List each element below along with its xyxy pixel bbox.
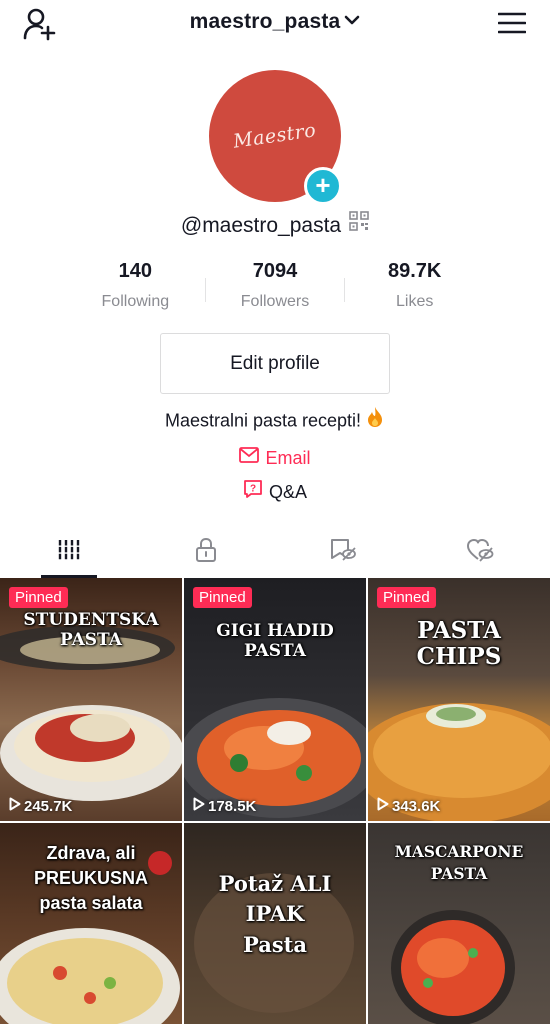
top-bar: maestro_pasta bbox=[0, 0, 550, 48]
fire-icon bbox=[365, 406, 385, 433]
view-count: 245.7K bbox=[9, 797, 73, 815]
mail-icon bbox=[239, 447, 260, 468]
private-lock-icon bbox=[194, 537, 218, 568]
video-thumbnail[interactable]: Potaž ALI IPAK Pasta bbox=[184, 823, 366, 1024]
qr-code-icon[interactable] bbox=[349, 211, 369, 237]
play-icon bbox=[193, 797, 205, 815]
qa-link[interactable]: ? Q&A bbox=[0, 479, 550, 504]
view-count-value: 178.5K bbox=[208, 798, 257, 815]
svg-text:?: ? bbox=[250, 484, 256, 495]
email-label: Email bbox=[265, 448, 311, 468]
stat-followers[interactable]: 7094 Followers bbox=[206, 258, 345, 318]
profile-stats: 140 Following 7094 Followers 89.7K Likes bbox=[66, 258, 484, 318]
question-bubble-icon: ? bbox=[243, 479, 263, 504]
pasta-thumbnail-image bbox=[368, 703, 550, 821]
profile-handle-row: @maestro_pasta bbox=[0, 211, 550, 238]
video-thumbnail[interactable]: Pinned PASTA CHIPS 343.6K bbox=[368, 578, 550, 821]
account-switcher[interactable]: maestro_pasta bbox=[0, 10, 550, 34]
email-link[interactable]: Email bbox=[0, 447, 550, 469]
play-icon bbox=[9, 797, 21, 815]
video-title: STUDENTSKA PASTA bbox=[23, 610, 159, 650]
stat-label: Followers bbox=[240, 293, 310, 310]
pinned-badge: Pinned bbox=[377, 587, 436, 608]
tab-videos[interactable] bbox=[0, 526, 137, 578]
stat-label: Following bbox=[101, 293, 170, 310]
video-title: MASCARPONE PASTA bbox=[394, 842, 524, 884]
liked-hidden-icon bbox=[465, 537, 495, 568]
content-tabs bbox=[0, 526, 550, 578]
pasta-thumbnail-image bbox=[184, 698, 366, 818]
video-title: GIGI HADID PASTA bbox=[216, 621, 334, 661]
header-username: maestro_pasta bbox=[189, 10, 341, 33]
play-icon bbox=[377, 797, 389, 815]
stat-value: 7094 bbox=[252, 260, 298, 282]
view-count: 178.5K bbox=[193, 797, 257, 815]
profile-bio: Maestralni pasta recepti! bbox=[0, 407, 550, 433]
profile-handle: @maestro_pasta bbox=[180, 214, 342, 237]
stat-likes[interactable]: 89.7K Likes bbox=[345, 258, 484, 318]
view-count: 343.6K bbox=[377, 797, 441, 815]
tab-reposts[interactable] bbox=[274, 526, 411, 578]
stat-value: 140 bbox=[118, 260, 153, 282]
video-title: PASTA CHIPS bbox=[416, 617, 502, 671]
video-thumbnail[interactable]: Pinned STUDENTSKA PASTA 245.7K bbox=[0, 578, 182, 821]
chevron-down-icon bbox=[344, 8, 360, 32]
view-count-value: 245.7K bbox=[24, 798, 73, 815]
avatar-logo-text: Maestro bbox=[232, 119, 318, 153]
tab-private[interactable] bbox=[137, 526, 274, 578]
add-avatar-button[interactable]: + bbox=[304, 167, 342, 205]
stat-label: Likes bbox=[396, 293, 434, 310]
view-count-value: 343.6K bbox=[392, 798, 441, 815]
pinned-badge: Pinned bbox=[9, 587, 68, 608]
edit-profile-button[interactable]: Edit profile bbox=[160, 333, 390, 394]
stat-following[interactable]: 140 Following bbox=[66, 258, 205, 318]
stat-value: 89.7K bbox=[387, 260, 442, 282]
video-thumbnail[interactable]: Zdrava, ali PREUKUSNA pasta salata bbox=[0, 823, 182, 1024]
pinned-badge: Pinned bbox=[193, 587, 252, 608]
video-title: Zdrava, ali PREUKUSNA pasta salata bbox=[33, 843, 148, 914]
reposts-icon bbox=[329, 537, 357, 568]
hamburger-menu-icon[interactable] bbox=[497, 12, 527, 34]
qa-label: Q&A bbox=[268, 482, 307, 502]
bio-text: Maestralni pasta recepti! bbox=[164, 410, 362, 431]
video-thumbnail[interactable]: MASCARPONE PASTA bbox=[368, 823, 550, 1024]
videos-grid-icon bbox=[57, 538, 81, 567]
video-grid: Pinned STUDENTSKA PASTA 245.7K Pinned GI… bbox=[0, 578, 550, 1024]
tab-liked[interactable] bbox=[411, 526, 548, 578]
video-thumbnail[interactable]: Pinned GIGI HADID PASTA 178.5K bbox=[184, 578, 366, 821]
video-title: Potaž ALI IPAK Pasta bbox=[218, 871, 332, 957]
